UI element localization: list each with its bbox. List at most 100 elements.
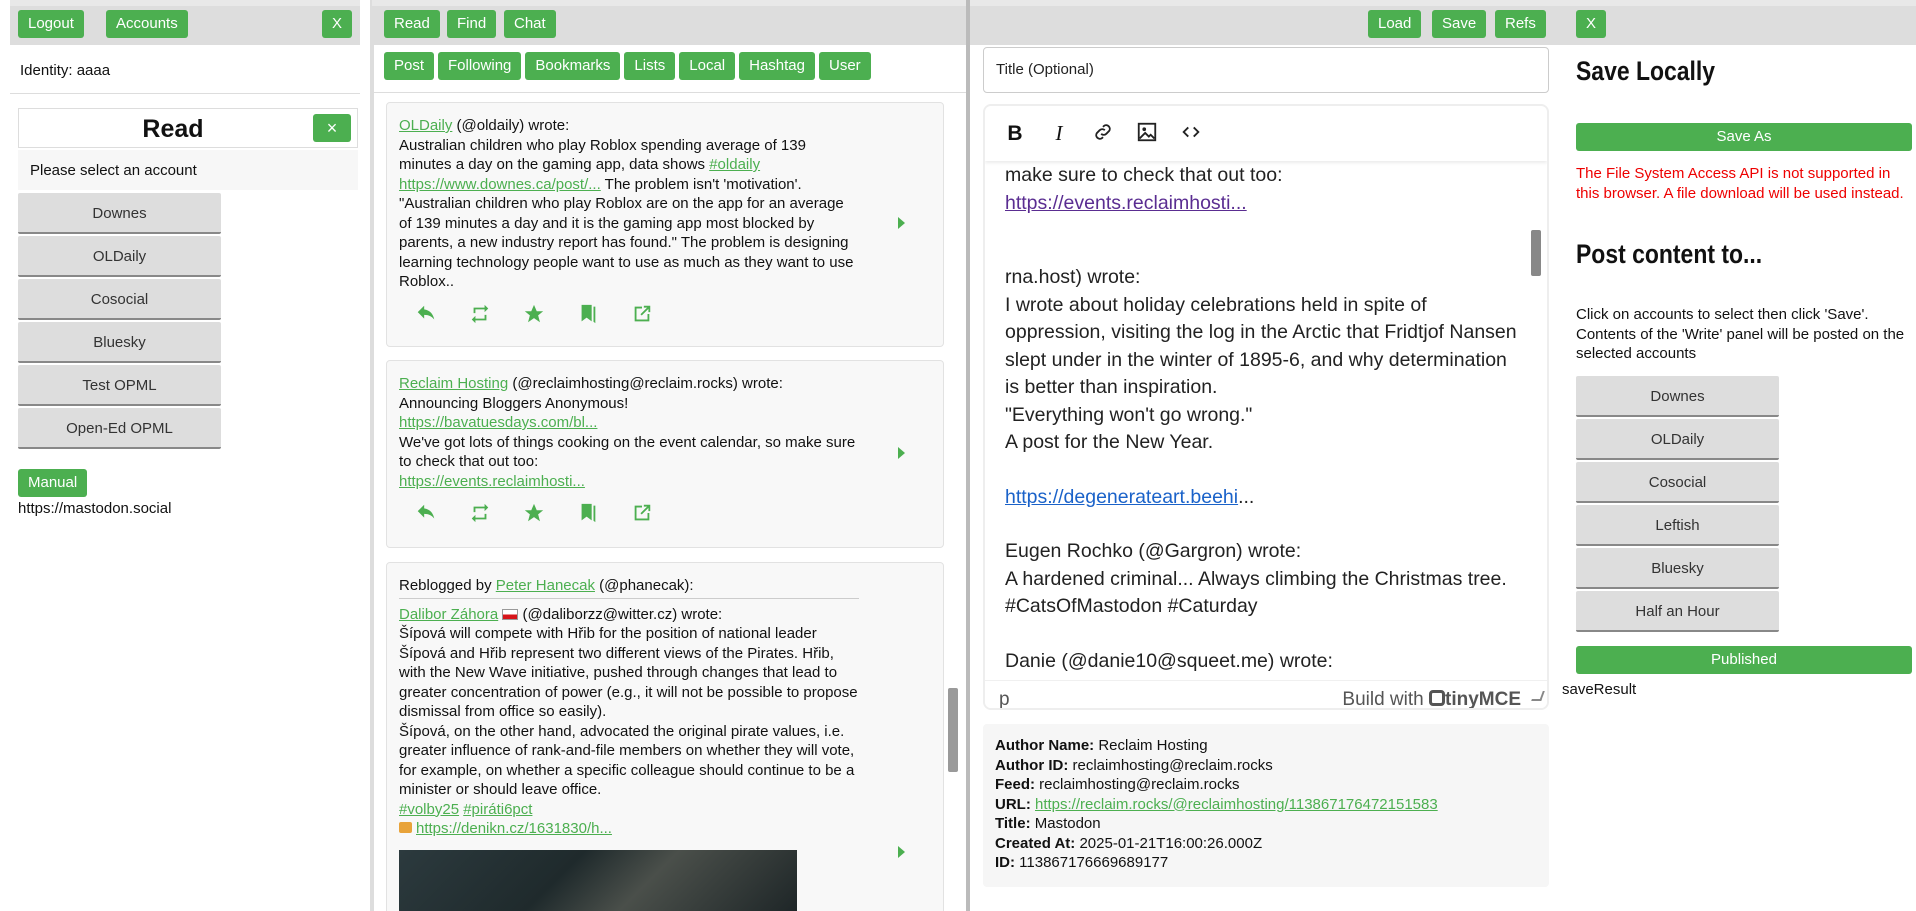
italic-icon[interactable]: I <box>1043 121 1075 146</box>
editor-content[interactable]: make sure to check that out too: https:/… <box>1005 162 1523 675</box>
account-button-test-opml[interactable]: Test OPML <box>18 365 221 406</box>
image-icon[interactable] <box>1131 121 1163 147</box>
post-actions <box>399 501 931 531</box>
expand-arrow-icon[interactable] <box>898 447 905 459</box>
close-save-button[interactable]: X <box>1576 10 1607 38</box>
favorite-icon[interactable] <box>507 303 561 331</box>
reader-left-border <box>372 45 374 911</box>
editor-line: A post for the New Year. <box>1005 431 1214 453</box>
resize-handle-icon[interactable] <box>1531 691 1545 701</box>
meta-label: Author ID: <box>995 756 1069 774</box>
link-icon[interactable] <box>1087 121 1119 147</box>
target-account-button-cosocial[interactable]: Cosocial <box>1576 462 1779 503</box>
editor-line: Eugen Rochko (@Gargron) wrote: <box>1005 540 1302 562</box>
logout-button[interactable]: Logout <box>18 10 84 38</box>
reader-scrollbar[interactable] <box>948 688 958 772</box>
chat-button[interactable]: Chat <box>504 10 556 38</box>
boost-icon[interactable] <box>453 502 507 530</box>
editor-link[interactable]: https://degenerateart.beehi <box>1005 486 1238 508</box>
post-url[interactable]: https://www.downes.ca/post/... <box>399 176 601 193</box>
read-panel: Read × <box>18 108 358 148</box>
reblog-line: Reblogged by Peter Hanecak (@phanecak): <box>399 576 859 599</box>
editor-scrollbar[interactable] <box>1531 230 1541 276</box>
close-read-button[interactable]: × <box>313 114 351 142</box>
post-handle: (@oldaily) wrote: <box>452 117 570 134</box>
editor-line: "Everything won't go wrong." <box>1005 403 1253 426</box>
read-button[interactable]: Read <box>384 10 440 38</box>
select-account-prompt: Please select an account <box>18 150 358 190</box>
save-panel: X Save Locally Save As The File System A… <box>1560 0 1916 911</box>
code-icon[interactable] <box>1175 121 1207 147</box>
reply-icon[interactable] <box>399 303 453 331</box>
post-card: OLDaily (@oldaily) wrote: Australian chi… <box>386 102 944 347</box>
bold-icon[interactable]: B <box>999 122 1031 146</box>
save-button[interactable]: Save <box>1432 10 1487 38</box>
editor-link[interactable]: https://events.reclaimhosti... <box>1005 192 1247 214</box>
target-account-button-half-an-hour[interactable]: Half an Hour <box>1576 591 1779 632</box>
meta-title: Mastodon <box>1030 815 1101 832</box>
account-button-open-ed-opml[interactable]: Open-Ed OPML <box>18 408 221 449</box>
bookmark-icon[interactable] <box>561 303 615 331</box>
tab-local[interactable]: Local <box>679 52 736 80</box>
post-author-link[interactable]: Reclaim Hosting <box>399 375 508 392</box>
account-button-cosocial[interactable]: Cosocial <box>18 279 221 320</box>
tab-post[interactable]: Post <box>384 52 435 80</box>
post-hashtag[interactable]: #piráti6pct <box>463 801 532 818</box>
find-button[interactable]: Find <box>447 10 497 38</box>
reader-panel: Read Find Chat Post Following Bookmarks Lis… <box>372 0 966 911</box>
target-account-button-bluesky[interactable]: Bluesky <box>1576 548 1779 589</box>
bookmark-icon[interactable] <box>561 502 615 530</box>
post-hashtag[interactable]: #volby25 <box>399 801 459 818</box>
editor-line: Danie (@danie10@squeet.me) wrote: <box>1005 649 1333 672</box>
save-toolbar: X <box>1560 0 1916 45</box>
expand-arrow-icon[interactable] <box>898 217 905 229</box>
save-as-button[interactable]: Save As <box>1576 123 1912 151</box>
post-card: Reclaim Hosting (@reclaimhosting@reclaim… <box>386 360 944 548</box>
post-url[interactable]: https://events.reclaimhosti... <box>399 473 585 490</box>
expand-arrow-icon[interactable] <box>898 846 905 858</box>
reply-icon[interactable] <box>399 502 453 530</box>
open-external-icon[interactable] <box>615 502 669 530</box>
instructions-text: Click on accounts to select then click '… <box>1576 306 1905 362</box>
target-account-button-downes[interactable]: Downes <box>1576 376 1779 417</box>
tab-hashtag[interactable]: Hashtag <box>739 52 815 80</box>
accounts-button[interactable]: Accounts <box>106 10 188 38</box>
meta-url-link[interactable]: https://reclaim.rocks/@reclaimhosting/11… <box>1035 796 1438 813</box>
editor-line: rna.host) wrote: <box>1005 266 1141 288</box>
tab-user[interactable]: User <box>819 52 871 80</box>
account-button-oldaily[interactable]: OLDaily <box>18 236 221 277</box>
account-button-downes[interactable]: Downes <box>18 193 221 234</box>
boost-icon[interactable] <box>453 303 507 331</box>
post-url[interactable]: https://denikn.cz/1631830/h... <box>416 820 612 837</box>
post-text: "Australian children who play Roblox are… <box>399 195 854 290</box>
tab-following[interactable]: Following <box>438 52 522 80</box>
post-url[interactable]: https://bavatuesdays.com/bl... <box>399 414 597 431</box>
target-account-button-oldaily[interactable]: OLDaily <box>1576 419 1779 460</box>
open-external-icon[interactable] <box>615 303 669 331</box>
post-card: Reblogged by Peter Hanecak (@phanecak): … <box>386 562 944 911</box>
target-account-list: Downes OLDaily Cosocial Leftish Bluesky Half … <box>1576 376 1779 634</box>
post-author-link[interactable]: Dalibor Záhora <box>399 606 498 623</box>
tab-lists[interactable]: Lists <box>624 52 676 80</box>
editor-line: A hardened criminal... Always climbing t… <box>1005 567 1507 618</box>
meta-created: 2025-01-21T16:00:26.000Z <box>1075 834 1263 852</box>
branding-text: Build with <box>1342 689 1424 710</box>
post-hashtag[interactable]: #oldaily <box>709 156 760 173</box>
published-button[interactable]: Published <box>1576 646 1912 674</box>
post-handle: (@daliborzz@witter.cz) wrote: <box>518 605 723 623</box>
tab-bookmarks[interactable]: Bookmarks <box>525 52 621 80</box>
post-author-link[interactable]: OLDaily <box>399 117 452 134</box>
load-button[interactable]: Load <box>1368 10 1422 38</box>
close-accounts-button[interactable]: X <box>322 10 353 38</box>
reblogger-link[interactable]: Peter Hanecak <box>496 577 595 594</box>
refs-button[interactable]: Refs <box>1495 10 1546 38</box>
account-button-bluesky[interactable]: Bluesky <box>18 322 221 363</box>
target-account-button-leftish[interactable]: Leftish <box>1576 505 1779 546</box>
editor-panel: Load Save Refs Title (Optional) B I make… <box>970 0 1560 911</box>
favorite-icon[interactable] <box>507 502 561 530</box>
title-input[interactable]: Title (Optional) <box>983 47 1549 93</box>
editor-line: I wrote about holiday celebrations held … <box>1005 293 1517 399</box>
tinymce-branding[interactable]: Build with tinyMCE <box>1342 689 1521 710</box>
save-result: saveResult <box>1562 681 1637 698</box>
manual-button[interactable]: Manual <box>18 469 88 497</box>
